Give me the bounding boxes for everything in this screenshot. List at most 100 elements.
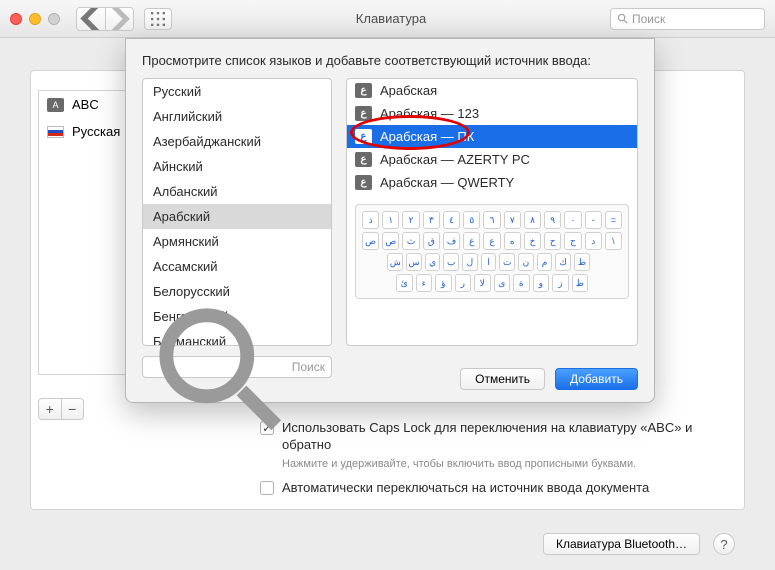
search-input[interactable]: Поиск [610,8,765,30]
arabic-layout-icon: ع [355,83,372,98]
key: ٨ [524,211,541,229]
key: ح [544,232,561,250]
cancel-button[interactable]: Отменить [460,368,545,390]
key: ٤ [443,211,460,229]
add-source-button[interactable]: + [39,399,61,419]
layout-label: Арабская — 123 [380,106,479,121]
language-item[interactable]: Албанский [143,179,331,204]
arabic-layout-icon: ع [355,175,372,190]
key: ن [518,253,534,271]
key: ى [494,274,511,292]
sheet-search-placeholder: Поиск [292,360,325,374]
key: ٢ [402,211,419,229]
arabic-layout-icon: ع [355,106,372,121]
key: ص [382,232,399,250]
key: ١ [382,211,399,229]
close-window-button[interactable] [10,13,22,25]
keyboard-preview: ذ١٢٣٤٥٦٧٨٩٠-=ضصثقفغعهخحجد\شسيبلاتنمكطئءؤ… [355,204,629,299]
sheet-prompt: Просмотрите список языков и добавьте соо… [142,53,638,68]
layout-label: Арабская — ПК [380,129,474,144]
layout-item[interactable]: ع Арабская [347,79,637,102]
layout-label: Арабская [380,83,437,98]
window-title: Клавиатура [182,11,600,26]
key: ع [483,232,500,250]
capslock-hint: Нажмите и удерживайте, чтобы включить вв… [282,458,725,470]
layout-label: Арабская — AZERTY PC [380,152,530,167]
key: ٩ [544,211,561,229]
search-placeholder: Поиск [632,12,665,26]
nav-buttons [76,7,134,31]
key: ٥ [463,211,480,229]
key: ش [387,253,403,271]
flag-ru-icon [47,126,64,138]
key: ث [402,232,419,250]
titlebar: Клавиатура Поиск [0,0,775,38]
key: ٦ [483,211,500,229]
key: س [406,253,422,271]
key: = [605,211,622,229]
input-source-label: Русская [72,124,120,139]
layout-label: Арабская — QWERTY [380,175,514,190]
key: ٣ [423,211,440,229]
minimize-window-button[interactable] [29,13,41,25]
sheet-search-input[interactable]: Поиск [142,356,332,378]
key: ج [564,232,581,250]
layout-item[interactable]: ع Арабская — ПК [347,125,637,148]
key: د [585,232,602,250]
layout-item[interactable]: عАрабская — AZERTY PC [347,148,637,171]
auto-switch-label: Автоматически переключаться на источник … [282,480,649,497]
add-button[interactable]: Добавить [555,368,638,390]
language-item[interactable]: Русский [143,79,331,104]
key: ر [455,274,472,292]
window-controls [10,13,60,25]
key: ٠ [564,211,581,229]
key: - [585,211,602,229]
language-item[interactable]: Айнский [143,154,331,179]
search-icon [617,13,628,24]
layout-item[interactable]: ع Арабская — 123 [347,102,637,125]
abc-icon: A [47,98,64,112]
key: ق [423,232,440,250]
key: لا [474,274,491,292]
key: ب [443,253,459,271]
key: ء [416,274,433,292]
key: ك [555,253,571,271]
layout-list[interactable]: عАрабскаяعАрабская — 123عАрабская — ПКعА… [347,79,637,194]
input-source-label: ABC [72,97,99,112]
bluetooth-keyboard-button[interactable]: Клавиатура Bluetooth… [543,533,700,555]
key: \ [605,232,622,250]
key: ط [574,253,590,271]
layout-item[interactable]: ع Арабская — QWERTY [347,171,637,194]
key: ٧ [504,211,521,229]
options-group: Использовать Caps Lock для переключения … [260,420,725,503]
arabic-layout-icon: ع [355,129,372,144]
key: ه [504,232,521,250]
key: م [537,253,553,271]
key: ا [481,253,497,271]
add-input-source-sheet: Просмотрите список языков и добавьте соо… [125,38,655,403]
key: ل [462,253,478,271]
key: ؤ [435,274,452,292]
help-button[interactable]: ? [713,533,735,555]
key: ذ [362,211,379,229]
remove-source-button[interactable]: − [61,399,84,419]
key: ض [362,232,379,250]
auto-switch-checkbox[interactable] [260,481,274,495]
add-remove-controls: + − [38,398,84,420]
zoom-window-button[interactable] [48,13,60,25]
key: و [533,274,550,292]
language-item[interactable]: Армянский [143,229,331,254]
all-prefs-button[interactable] [144,8,172,30]
key: ت [499,253,515,271]
back-button[interactable] [77,8,105,30]
language-item[interactable]: Ассамский [143,254,331,279]
language-item[interactable]: Азербайджанский [143,129,331,154]
key: ي [425,253,441,271]
layout-column: عАрабскаяعАрабская — 123عАрабская — ПКعА… [346,78,638,346]
language-item[interactable]: Английский [143,104,331,129]
search-icon [149,298,288,437]
key: غ [463,232,480,250]
capslock-switch-label: Использовать Caps Lock для переключения … [282,420,725,454]
forward-button[interactable] [105,8,133,30]
language-item[interactable]: Арабский [143,204,331,229]
